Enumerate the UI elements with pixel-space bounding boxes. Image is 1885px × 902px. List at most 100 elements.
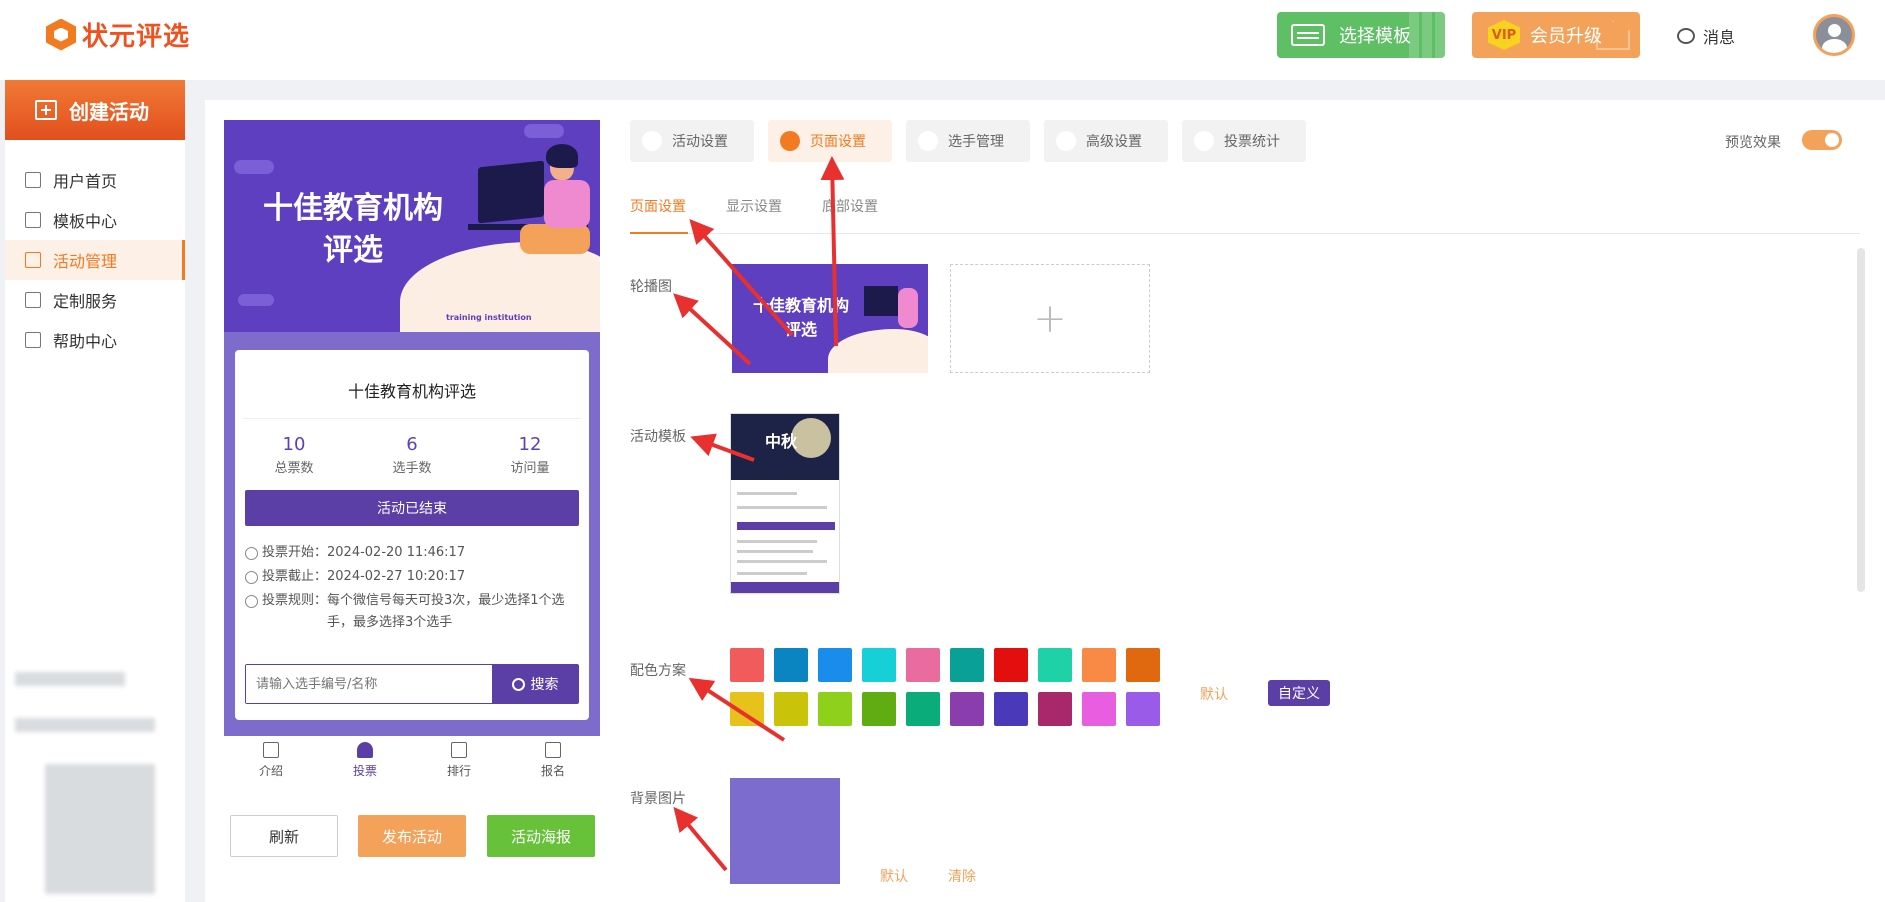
color-swatch[interactable] xyxy=(774,648,808,682)
color-swatch[interactable] xyxy=(906,692,940,726)
background-default-link[interactable]: 默认 xyxy=(880,866,908,886)
publish-button[interactable]: 发布活动 xyxy=(358,815,466,857)
default-color-link[interactable]: 默认 xyxy=(1200,684,1228,704)
color-swatch[interactable] xyxy=(862,648,896,682)
poster-button[interactable]: 活动海报 xyxy=(487,815,595,857)
stats-row: 10 总票数 6 选手数 12 访问量 xyxy=(235,434,589,476)
clock-icon xyxy=(245,547,258,560)
template-line xyxy=(737,560,827,563)
tab-contestant-manage[interactable]: 选手管理 xyxy=(906,120,1030,162)
card-title: 十佳教育机构评选 xyxy=(347,382,476,401)
template-title: 中秋 xyxy=(765,432,798,451)
add-box-icon xyxy=(35,100,57,120)
color-swatch[interactable] xyxy=(1038,692,1072,726)
background-clear-link[interactable]: 清除 xyxy=(948,866,976,886)
sidebar-item-label: 模板中心 xyxy=(53,212,118,231)
color-scheme-label: 配色方案 xyxy=(630,663,686,679)
subtab-divider xyxy=(630,233,1860,234)
refresh-button[interactable]: 刷新 xyxy=(230,815,338,857)
cloud-decoration xyxy=(524,124,564,138)
subtab-page-settings[interactable]: 页面设置 xyxy=(630,196,686,216)
bar-chart-icon xyxy=(451,742,467,758)
template-line xyxy=(737,550,813,553)
template-icon xyxy=(1291,24,1325,46)
activity-ended-button[interactable]: 活动已结束 xyxy=(245,490,579,526)
add-carousel-button[interactable]: + xyxy=(950,264,1150,373)
sidebar-item-templates[interactable]: 模板中心 xyxy=(5,200,185,240)
activity-card: 十佳教育机构评选 10 总票数 6 选手数 12 访问量 活动已结束 投票开始：… xyxy=(235,350,589,720)
avatar[interactable] xyxy=(1813,14,1855,56)
tab-intro[interactable]: 介绍 xyxy=(224,736,318,782)
banner-title: 十佳教育机构评选 xyxy=(263,191,443,268)
person-illustration xyxy=(544,180,590,228)
tab-label: 排行 xyxy=(446,764,471,778)
color-swatch[interactable] xyxy=(818,692,852,726)
color-swatch[interactable] xyxy=(906,648,940,682)
logo[interactable]: 状元评选 xyxy=(46,16,190,53)
vip-upgrade-button[interactable]: VIP 会员升级 xyxy=(1472,12,1640,58)
background-image-preview[interactable] xyxy=(730,778,840,884)
color-swatch[interactable] xyxy=(1126,648,1160,682)
tab-ranking[interactable]: 排行 xyxy=(412,736,506,782)
home-icon xyxy=(25,172,41,188)
sidebar-item-activity-manage[interactable]: 活动管理 xyxy=(5,240,185,280)
tab-page-settings[interactable]: 页面设置 xyxy=(768,120,892,162)
sidebar-item-home[interactable]: 用户首页 xyxy=(5,160,185,200)
tab-vote[interactable]: 投票 xyxy=(318,736,412,782)
monitor-illustration xyxy=(864,286,898,316)
vote-rules-value: 每个微信号每天可投3次，最少选择1个选手，最多选择3个选手 xyxy=(327,593,565,630)
color-swatch[interactable] xyxy=(994,648,1028,682)
tab-signup[interactable]: 报名 xyxy=(506,736,600,782)
folder-icon xyxy=(25,212,41,228)
subtab-display-settings[interactable]: 显示设置 xyxy=(726,196,782,216)
select-template-button[interactable]: 选择模板 xyxy=(1277,12,1445,58)
select-template-label: 选择模板 xyxy=(1339,26,1411,47)
color-swatch[interactable] xyxy=(950,692,984,726)
person-illustration xyxy=(546,144,578,168)
vip-badge-icon: VIP xyxy=(1488,20,1520,50)
search-button[interactable]: 搜索 xyxy=(492,665,578,703)
color-swatch[interactable] xyxy=(1038,648,1072,682)
sidebar-item-custom-service[interactable]: 定制服务 xyxy=(5,280,185,320)
sidebar-item-help[interactable]: 帮助中心 xyxy=(5,320,185,360)
settings-scrollbar[interactable] xyxy=(1857,248,1865,592)
stat-number: 12 xyxy=(518,434,542,455)
messages-button[interactable]: 消息 xyxy=(1677,24,1735,48)
tab-advanced-settings[interactable]: 高级设置 xyxy=(1044,120,1168,162)
color-swatch[interactable] xyxy=(950,648,984,682)
color-swatch[interactable] xyxy=(1126,692,1160,726)
carousel-image[interactable]: 十佳教育机构评选 xyxy=(732,264,928,373)
vote-start-value: 2024-02-20 11:46:17 xyxy=(327,545,466,560)
blurred-info xyxy=(15,718,155,732)
template-bar xyxy=(737,522,835,530)
color-swatch[interactable] xyxy=(1082,692,1116,726)
template-line xyxy=(737,572,807,575)
stat-contestants: 6 选手数 xyxy=(353,434,471,476)
subtab-footer-settings[interactable]: 底部设置 xyxy=(822,196,878,216)
activity-template-thumbnail[interactable]: 中秋 xyxy=(730,413,840,594)
color-swatch[interactable] xyxy=(1082,648,1116,682)
tab-vote-stats[interactable]: 投票统计 xyxy=(1182,120,1306,162)
color-swatch[interactable] xyxy=(730,692,764,726)
color-swatch[interactable] xyxy=(730,648,764,682)
logo-cube-icon xyxy=(46,18,76,51)
create-activity-button[interactable]: 创建活动 xyxy=(5,80,185,140)
book-icon xyxy=(25,332,41,348)
divider xyxy=(243,418,581,419)
sidebar-item-label: 帮助中心 xyxy=(53,332,118,351)
color-swatch[interactable] xyxy=(994,692,1028,726)
tab-activity-settings[interactable]: 活动设置 xyxy=(630,120,754,162)
cloud-decoration xyxy=(234,160,274,174)
custom-color-button[interactable]: 自定义 xyxy=(1268,680,1330,706)
preview-toggle[interactable] xyxy=(1802,130,1842,150)
color-swatch[interactable] xyxy=(862,692,896,726)
users-icon xyxy=(918,131,938,151)
sidebar: 创建活动 用户首页 模板中心 活动管理 定制服务 帮助中心 xyxy=(5,80,185,902)
stat-total-votes: 10 总票数 xyxy=(235,434,353,476)
search-input[interactable] xyxy=(246,665,492,703)
color-swatch[interactable] xyxy=(818,648,852,682)
vote-rules-row: 投票规则： 每个微信号每天可投3次，最少选择1个选手，最多选择3个选手 xyxy=(245,590,577,634)
sidebar-nav: 用户首页 模板中心 活动管理 定制服务 帮助中心 xyxy=(5,160,185,360)
color-swatch[interactable] xyxy=(774,692,808,726)
messages-label: 消息 xyxy=(1703,28,1736,47)
